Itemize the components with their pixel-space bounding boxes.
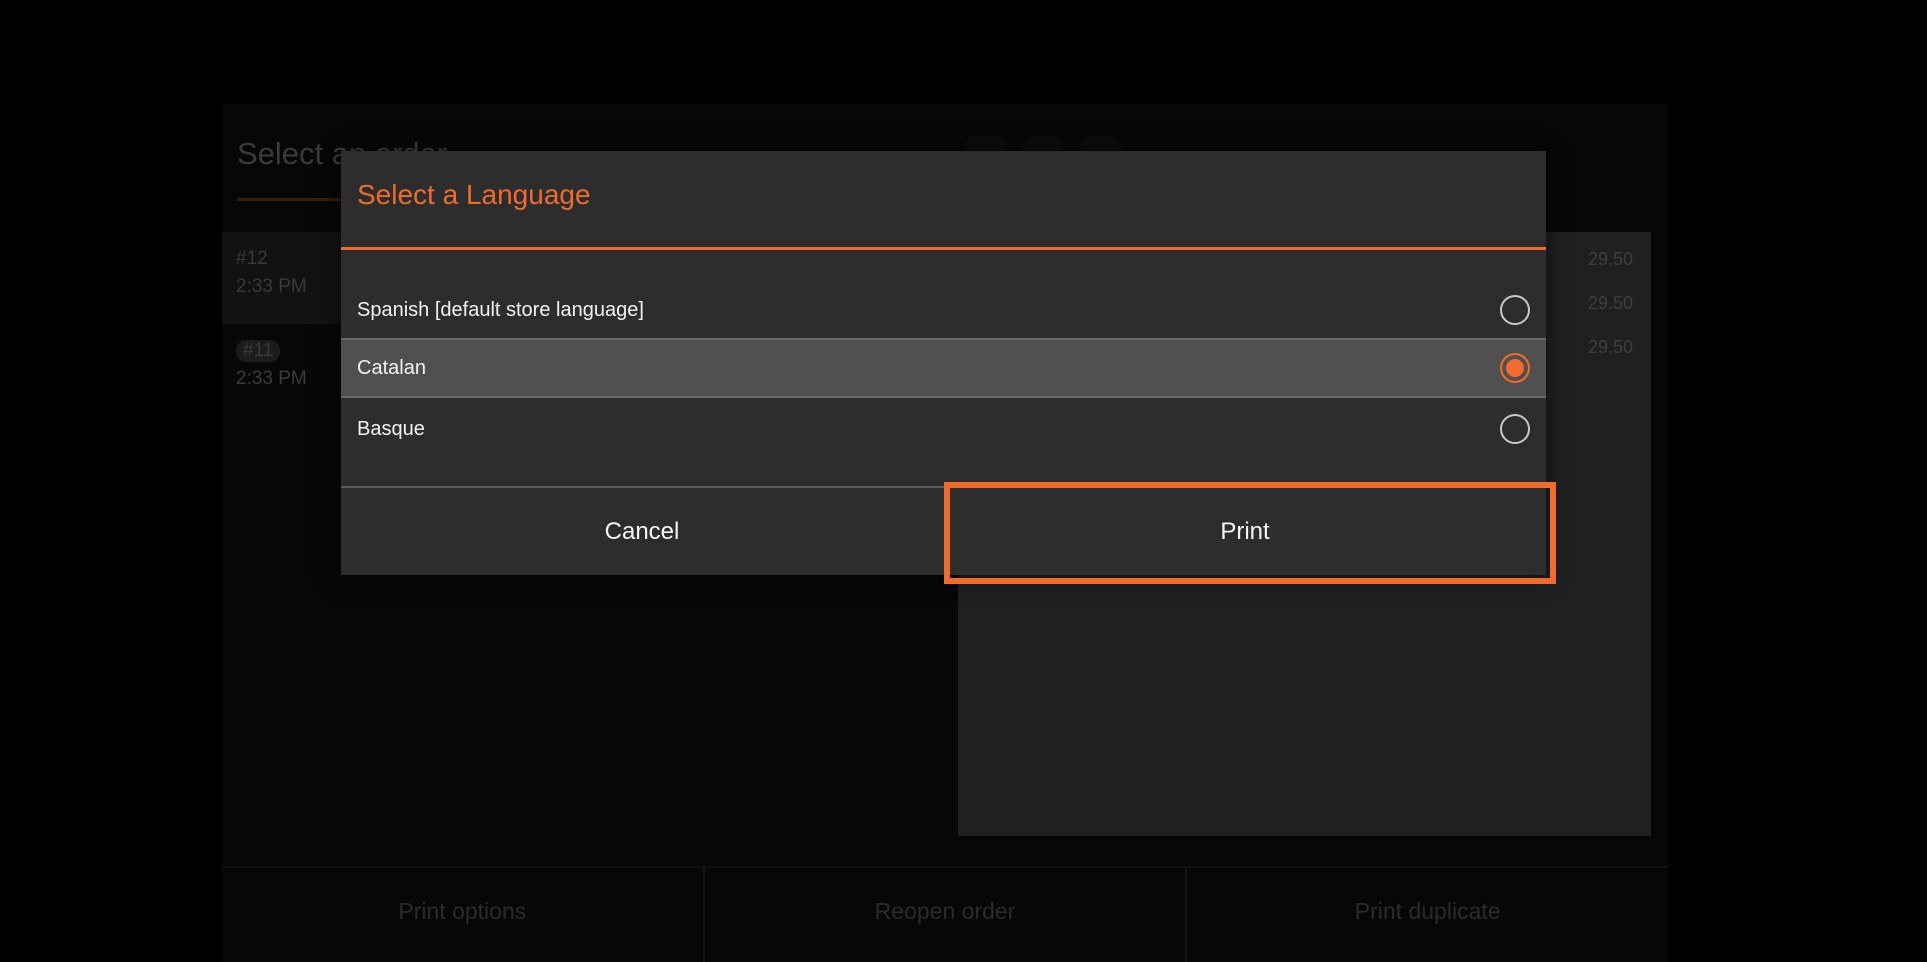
order-time: 2:33 PM (236, 368, 307, 389)
radio-button[interactable] (1500, 414, 1530, 444)
language-option-basque[interactable]: Basque (341, 399, 1546, 459)
reopen-order-button[interactable]: Reopen order (705, 868, 1188, 962)
option-label: Basque (357, 417, 425, 440)
screen: Select an order #12 2:33 PM #11 2:33 PM … (0, 0, 1927, 962)
button-divider (341, 486, 946, 488)
bottom-action-bar: Print options Reopen order Print duplica… (222, 866, 1668, 962)
order-time: 2:33 PM (236, 276, 307, 297)
cancel-button[interactable]: Cancel (341, 489, 943, 575)
title-underline (237, 198, 347, 201)
title-divider (341, 247, 1546, 250)
language-option-spanish[interactable]: Spanish [default store language] (341, 280, 1546, 340)
price-value: 29.50 (1588, 293, 1634, 313)
order-list: #12 2:33 PM #11 2:33 PM (222, 232, 342, 416)
language-option-catalan[interactable]: Catalan (341, 338, 1546, 398)
order-item[interactable]: #11 2:33 PM (222, 324, 342, 416)
print-duplicate-button[interactable]: Print duplicate (1187, 868, 1668, 962)
dialog-title: Select a Language (357, 179, 591, 210)
print-options-button[interactable]: Print options (222, 868, 705, 962)
price-list: 29.50 29.50 29.50 (1588, 246, 1633, 378)
radio-button-checked[interactable] (1500, 353, 1530, 383)
order-number: #11 (236, 340, 281, 362)
price-value: 29.50 (1588, 249, 1634, 269)
order-item[interactable]: #12 2:33 PM (222, 232, 342, 324)
price-value: 29.50 (1588, 337, 1634, 357)
option-label: Catalan (357, 356, 426, 379)
option-label: Spanish [default store language] (357, 298, 644, 321)
order-number: #12 (236, 248, 268, 269)
print-button-highlight (944, 482, 1556, 584)
radio-button[interactable] (1500, 295, 1530, 325)
